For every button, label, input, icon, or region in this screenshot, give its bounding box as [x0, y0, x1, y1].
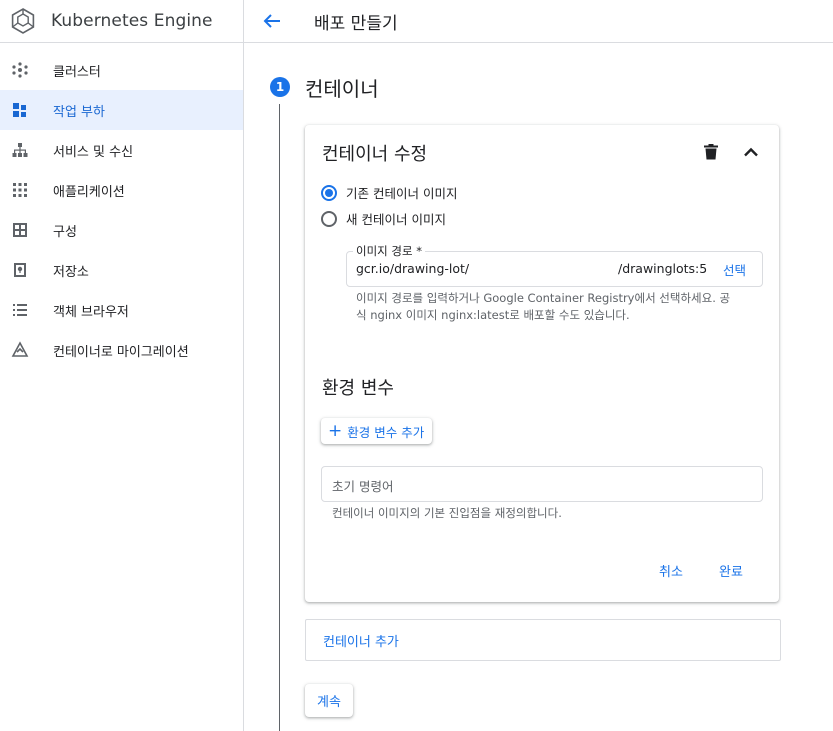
image-path-input[interactable]: 이미지 경로 * gcr.io/drawing-lot/ /drawinglot…	[346, 243, 763, 287]
initial-command-placeholder: 초기 명령어	[332, 479, 394, 494]
configuration-icon	[11, 221, 29, 239]
image-path-label: 이미지 경로 *	[353, 243, 425, 259]
kubernetes-engine-logo-icon	[11, 8, 35, 34]
step-connector-line	[279, 104, 280, 731]
sidebar-header: Kubernetes Engine	[0, 0, 243, 43]
card-title: 컨테이너 수정	[322, 144, 428, 165]
radio-checked-icon	[321, 184, 337, 201]
storage-icon	[11, 261, 29, 279]
clusters-icon	[11, 61, 29, 79]
sidebar-item-services[interactable]: 서비스 및 수신	[0, 130, 243, 170]
add-env-var-label: 환경 변수 추가	[347, 424, 425, 440]
image-path-hint: 이미지 경로를 입력하거나 Google Container Registry에…	[356, 290, 730, 324]
image-path-hint-line: 이미지 경로를 입력하거나 Google Container Registry에…	[356, 291, 731, 305]
sidebar: Kubernetes Engine 클러스터 작업 부하 서비스 및 수신 애플…	[0, 0, 244, 731]
sidebar-item-configuration[interactable]: 구성	[0, 210, 243, 250]
initial-command-hint: 컨테이너 이미지의 기본 진입점을 재정의합니다.	[332, 506, 562, 520]
sidebar-item-applications[interactable]: 애플리케이션	[0, 170, 243, 210]
container-edit-card: 컨테이너 수정 기존 컨테이너 이미지 새 컨테이너 이미지 이미지 경로 * …	[305, 125, 779, 602]
cancel-button[interactable]: 취소	[659, 561, 683, 580]
radio-label: 새 컨테이너 이미지	[346, 212, 446, 227]
sidebar-item-label: 구성	[53, 224, 77, 240]
step-number-badge: 1	[270, 77, 290, 97]
page-header: 배포 만들기	[244, 0, 833, 43]
delete-icon[interactable]	[701, 142, 721, 162]
sidebar-item-object-browser[interactable]: 객체 브라우저	[0, 290, 243, 330]
image-path-value: gcr.io/drawing-lot/	[356, 261, 470, 276]
sidebar-item-label: 작업 부하	[53, 104, 105, 120]
sidebar-item-label: 애플리케이션	[53, 184, 125, 200]
sidebar-title: Kubernetes Engine	[51, 11, 213, 31]
add-env-var-button[interactable]: + 환경 변수 추가	[321, 418, 433, 444]
image-path-hint-line: 식 nginx 이미지 nginx:latest로 배포할 수도 있습니다.	[356, 308, 630, 322]
app-root: Kubernetes Engine 클러스터 작업 부하 서비스 및 수신 애플…	[0, 0, 833, 731]
sidebar-item-clusters[interactable]: 클러스터	[0, 50, 243, 90]
services-icon	[11, 141, 29, 159]
migrate-icon	[11, 341, 29, 359]
back-arrow-icon[interactable]	[260, 9, 284, 33]
env-vars-title: 환경 변수	[322, 378, 394, 399]
radio-existing-image[interactable]: 기존 컨테이너 이미지	[321, 183, 457, 202]
plus-icon: +	[328, 420, 343, 441]
sidebar-item-label: 저장소	[53, 264, 89, 280]
workloads-icon	[11, 101, 29, 119]
done-button[interactable]: 완료	[719, 561, 743, 580]
applications-icon	[11, 181, 29, 199]
sidebar-item-label: 객체 브라우저	[53, 304, 129, 320]
redacted-area	[523, 257, 618, 281]
add-container-label: 컨테이너 추가	[323, 635, 399, 650]
continue-button[interactable]: 계속	[305, 684, 353, 717]
radio-new-image[interactable]: 새 컨테이너 이미지	[321, 209, 446, 228]
radio-unchecked-icon	[321, 210, 337, 227]
select-image-button[interactable]: 선택	[723, 260, 746, 279]
main-content: 1 컨테이너 컨테이너 수정 기존 컨테이너 이미지 새 컨테이너 이미지 이미…	[244, 44, 833, 731]
sidebar-nav: 클러스터 작업 부하 서비스 및 수신 애플리케이션 구성 저장소 객체 브라우…	[0, 43, 243, 370]
continue-label: 계속	[317, 695, 341, 710]
step-title: 컨테이너	[305, 77, 379, 101]
radio-label: 기존 컨테이너 이미지	[346, 186, 458, 201]
image-path-suffix: /drawinglots:5	[618, 261, 708, 276]
object-browser-icon	[11, 301, 29, 319]
sidebar-item-workloads[interactable]: 작업 부하	[0, 90, 243, 130]
sidebar-item-label: 컨테이너로 마이그레이션	[53, 344, 189, 360]
page-title: 배포 만들기	[314, 13, 398, 34]
sidebar-item-storage[interactable]: 저장소	[0, 250, 243, 290]
sidebar-item-label: 서비스 및 수신	[53, 144, 134, 160]
sidebar-item-label: 클러스터	[53, 64, 101, 80]
initial-command-input[interactable]: 초기 명령어	[321, 466, 763, 502]
chevron-up-icon[interactable]	[741, 142, 761, 162]
sidebar-item-migrate[interactable]: 컨테이너로 마이그레이션	[0, 330, 243, 370]
add-container-button[interactable]: 컨테이너 추가	[305, 619, 781, 661]
